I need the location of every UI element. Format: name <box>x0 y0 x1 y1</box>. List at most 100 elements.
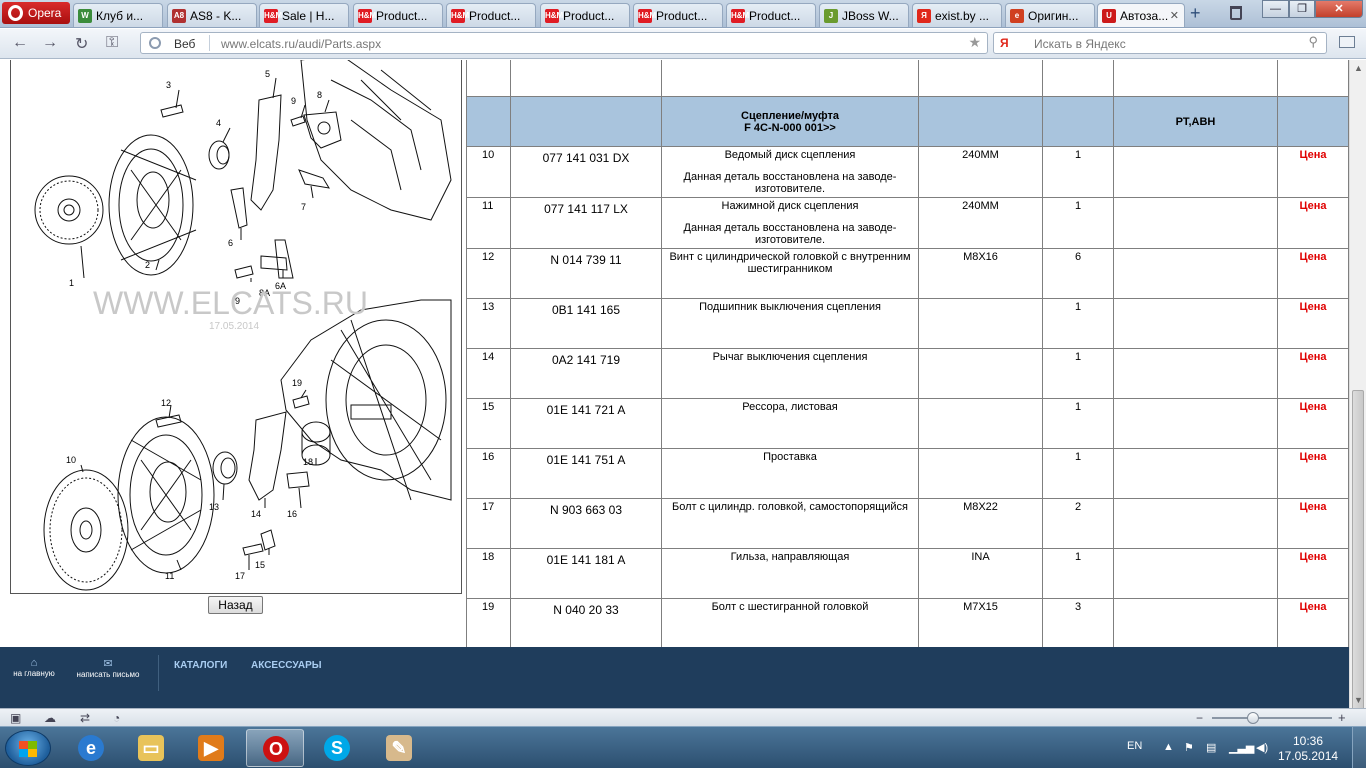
taskbar-media-player[interactable]: ▶ <box>182 729 240 767</box>
cell-code[interactable]: N 040 20 33 <box>510 598 662 649</box>
folder-icon: ▭ <box>138 735 164 761</box>
address-field[interactable]: Веб www.elcats.ru/audi/Parts.aspx ★ <box>140 32 988 54</box>
browser-tab[interactable]: H&M Product... <box>633 3 723 27</box>
cell-code[interactable]: 0A2 141 719 <box>510 348 662 399</box>
price-link[interactable]: Цена <box>1277 348 1349 399</box>
browser-tab[interactable]: A8 AS8 - K... <box>167 3 257 27</box>
back-button[interactable]: Назад <box>208 596 263 614</box>
tab-favicon-icon: e <box>1010 9 1024 23</box>
price-link[interactable]: Цена <box>1277 548 1349 599</box>
price-link[interactable]: Цена <box>1277 598 1349 649</box>
new-tab-plus-icon[interactable]: + <box>1190 3 1201 24</box>
device-icon[interactable]: ▤ <box>1206 741 1216 754</box>
cell-name: Рычаг выключения сцепления <box>661 348 919 399</box>
volume-icon[interactable]: ◀) <box>1256 741 1268 754</box>
browser-tab[interactable]: H&M Product... <box>726 3 816 27</box>
flag-icon[interactable]: ⚑ <box>1184 741 1194 754</box>
callout-6: 6 <box>228 238 233 248</box>
cell-num: 12 <box>466 248 511 299</box>
restore-button[interactable]: ❐ <box>1289 0 1315 18</box>
cell-qty <box>1042 60 1114 97</box>
cell-name: Винт с цилиндрической головкой с внутрен… <box>661 248 919 299</box>
opera-menu-button[interactable]: Opera <box>2 2 70 24</box>
search-field[interactable]: Я Искать в Яндекс ⚲ <box>993 32 1327 54</box>
zoom-track[interactable] <box>1212 717 1332 719</box>
close-tab-icon[interactable]: ✕ <box>1170 9 1179 22</box>
cloud-icon[interactable]: ☁ <box>44 711 56 725</box>
panel-toggle-icon[interactable]: ▣ <box>10 711 21 725</box>
tray-expand-icon[interactable]: ▲ <box>1163 741 1174 753</box>
scroll-up-icon[interactable]: ▲ <box>1354 63 1363 73</box>
price-link[interactable]: Цена <box>1277 498 1349 549</box>
price-link[interactable]: Цена <box>1277 298 1349 349</box>
cell-qty: 1 <box>1042 146 1114 198</box>
browser-tab[interactable]: e Оригин... <box>1005 3 1095 27</box>
home-link[interactable]: ⌂ на главную <box>10 657 58 678</box>
mail-icon[interactable] <box>1339 36 1355 48</box>
zoom-out-icon[interactable]: − <box>1196 711 1203 725</box>
browser-tab[interactable]: H&M Product... <box>540 3 630 27</box>
clock-date[interactable]: 17.05.2014 <box>1278 749 1338 763</box>
price-link[interactable]: Цена <box>1277 146 1349 198</box>
group-cell-empty <box>510 96 662 147</box>
reload-icon[interactable]: ↻ <box>75 34 88 54</box>
key-icon[interactable]: ⚿ <box>106 34 118 52</box>
browser-tab[interactable]: Яexist.by ... <box>912 3 1002 27</box>
price-link[interactable]: Цена <box>1277 398 1349 449</box>
start-button[interactable] <box>5 730 51 766</box>
price-link[interactable]: Цена <box>1277 197 1349 249</box>
cell-code[interactable]: 077 141 031 DX <box>510 146 662 198</box>
scroll-thumb[interactable] <box>1352 390 1364 745</box>
cell-code[interactable]: 01E 141 181 A <box>510 548 662 599</box>
taskbar-opera[interactable]: O <box>246 729 304 767</box>
back-arrow-icon[interactable]: ← <box>12 34 28 52</box>
show-desktop-button[interactable] <box>1352 727 1366 768</box>
scroll-down-icon[interactable]: ▼ <box>1354 695 1363 705</box>
cell-code[interactable]: 0B1 141 165 <box>510 298 662 349</box>
language-indicator[interactable]: EN <box>1127 740 1142 752</box>
callout-9a: 9 <box>291 96 296 106</box>
browser-tab[interactable]: H&M Sale | H... <box>259 3 349 27</box>
tab-favicon-icon: H&M <box>638 9 656 23</box>
price-link[interactable]: Цена <box>1277 248 1349 299</box>
search-icon[interactable]: ⚲ <box>1308 34 1318 50</box>
share-icon[interactable]: ⇄ <box>80 711 90 725</box>
taskbar-skype[interactable]: S <box>308 729 366 767</box>
browser-tab[interactable]: U Автоза... ✕ <box>1097 3 1185 27</box>
browser-tab[interactable]: J JBoss W... <box>819 3 909 27</box>
taskbar-explorer[interactable]: ▭ <box>122 729 180 767</box>
trash-icon[interactable] <box>1230 6 1242 20</box>
zoom-in-icon[interactable]: + <box>1338 710 1346 725</box>
cell-code[interactable]: 01E 141 751 A <box>510 448 662 499</box>
network-icon[interactable]: ▁▃▅ <box>1229 741 1254 754</box>
callout-17: 17 <box>235 571 245 581</box>
zoom-slider-knob[interactable] <box>1247 712 1259 724</box>
tab-title: AS8 - K... <box>190 9 242 23</box>
browser-tab[interactable]: W Клуб и... <box>73 3 163 27</box>
callout-4: 4 <box>216 118 221 128</box>
cell-code[interactable]: N 903 663 03 <box>510 498 662 549</box>
close-window-button[interactable]: ✕ <box>1315 0 1363 18</box>
speed-dial-icon[interactable]: ◔ <box>113 711 120 725</box>
catalogs-link[interactable]: КАТАЛОГИ <box>174 660 227 671</box>
forward-arrow-icon[interactable]: → <box>42 34 58 52</box>
yandex-icon[interactable]: Я <box>998 36 1020 50</box>
tab-favicon-icon: A8 <box>172 9 186 23</box>
browser-tab[interactable]: H&M Product... <box>446 3 536 27</box>
clock-time[interactable]: 10:36 <box>1278 734 1338 748</box>
browser-tab[interactable]: H&M Product... <box>353 3 443 27</box>
price-link[interactable]: Цена <box>1277 448 1349 499</box>
taskbar-paint[interactable]: ✎ <box>370 729 428 767</box>
accessories-link[interactable]: АКСЕССУАРЫ <box>251 660 322 671</box>
tab-title: Автоза... <box>1120 9 1169 23</box>
minimize-button[interactable]: — <box>1262 0 1289 18</box>
cell-code[interactable]: 01E 141 721 A <box>510 398 662 449</box>
write-letter-link[interactable]: ✉ написать письмо <box>70 657 146 679</box>
cell-num: 14 <box>466 348 511 399</box>
bookmark-star-icon[interactable]: ★ <box>968 34 981 51</box>
vertical-scrollbar[interactable]: ▲ ▼ <box>1349 60 1366 745</box>
cell-code[interactable]: N 014 739 11 <box>510 248 662 299</box>
taskbar-ie[interactable]: e <box>62 729 120 767</box>
address-url[interactable]: www.elcats.ru/audi/Parts.aspx <box>221 37 381 51</box>
cell-code[interactable]: 077 141 117 LX <box>510 197 662 249</box>
